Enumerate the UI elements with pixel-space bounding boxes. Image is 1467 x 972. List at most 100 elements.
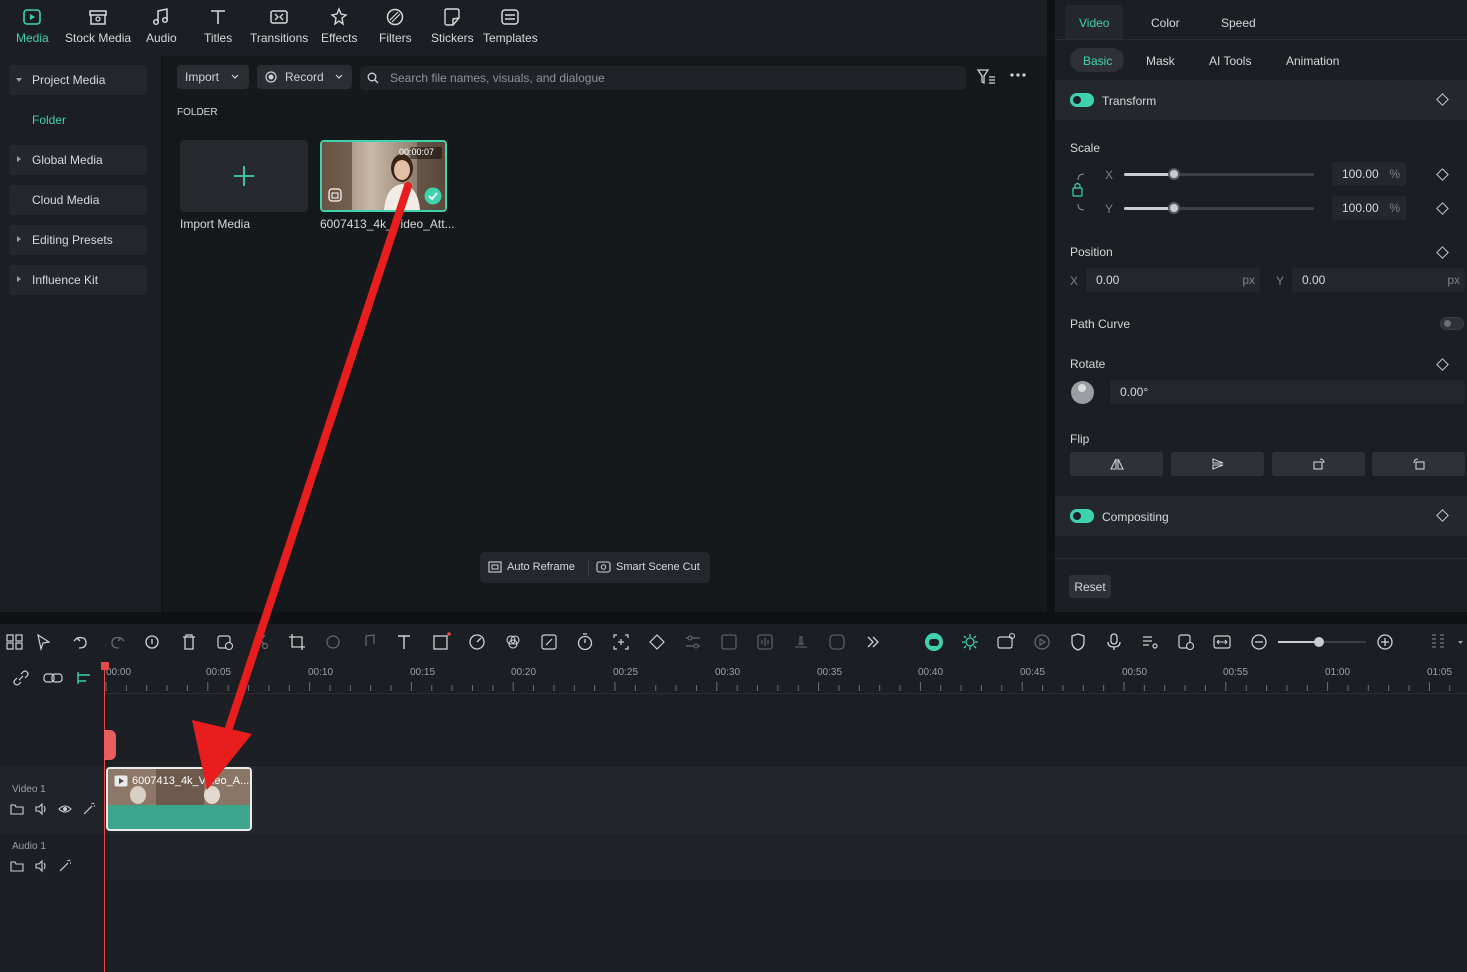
- audio-wave-icon[interactable]: [755, 632, 775, 652]
- zoom-in-icon[interactable]: [1375, 632, 1395, 652]
- magic-wand-icon[interactable]: [82, 802, 96, 816]
- zoom-frame-icon[interactable]: [611, 632, 631, 652]
- folder-lock-icon[interactable]: [10, 859, 24, 873]
- speed-icon[interactable]: [467, 632, 487, 652]
- subtab-basic[interactable]: Basic: [1083, 54, 1112, 68]
- ai-voice-icon[interactable]: [827, 632, 847, 652]
- sidebar-item-cloud-media[interactable]: Cloud Media: [9, 185, 147, 215]
- replace-clip-icon[interactable]: [1176, 632, 1196, 652]
- ai-audio-icon[interactable]: [143, 632, 163, 652]
- compositing-toggle[interactable]: [1070, 509, 1094, 523]
- crop-icon[interactable]: [287, 632, 307, 652]
- scale-y-input[interactable]: 100.00 %: [1332, 196, 1406, 220]
- keyframe-diamond-icon[interactable]: [1436, 93, 1449, 106]
- shield-icon[interactable]: [1068, 632, 1088, 652]
- ai-copilot-icon[interactable]: [924, 632, 944, 652]
- tab-video[interactable]: Video: [1079, 16, 1109, 30]
- layout-grid-icon[interactable]: [5, 632, 25, 652]
- compositing-section-header[interactable]: Compositing: [1055, 496, 1467, 536]
- playhead-split-marker[interactable]: [104, 730, 116, 760]
- undo-icon[interactable]: [71, 632, 91, 652]
- folder-lock-icon[interactable]: [10, 802, 24, 816]
- path-curve-toggle[interactable]: [1440, 317, 1464, 330]
- filter-icon[interactable]: [976, 68, 996, 86]
- redo-icon[interactable]: [107, 632, 127, 652]
- smart-scene-cut-button[interactable]: Smart Scene Cut: [596, 560, 700, 574]
- playhead-handle[interactable]: [101, 662, 109, 670]
- timer-icon[interactable]: [575, 632, 595, 652]
- sidebar-item-folder[interactable]: Folder: [9, 105, 147, 135]
- speaker-icon[interactable]: [34, 802, 48, 816]
- scissors-icon[interactable]: [251, 632, 271, 652]
- tab-color[interactable]: Color: [1151, 16, 1180, 30]
- rotate-dial[interactable]: [1071, 381, 1094, 404]
- record-dropdown[interactable]: Record: [257, 65, 352, 89]
- keyframe-icon[interactable]: [647, 632, 667, 652]
- reset-button[interactable]: Reset: [1069, 575, 1111, 598]
- transform-section-header[interactable]: Transform: [1055, 80, 1467, 120]
- lock-aspect-icon[interactable]: [1070, 170, 1096, 214]
- position-x-input[interactable]: 0.00 px: [1086, 268, 1260, 292]
- text-icon[interactable]: [395, 632, 415, 652]
- render-preview-icon[interactable]: [996, 632, 1016, 652]
- microphone-icon[interactable]: [1104, 632, 1124, 652]
- delete-icon[interactable]: [179, 632, 199, 652]
- snap-magnet-icon[interactable]: [960, 632, 980, 652]
- tab-stock-media[interactable]: Stock Media: [65, 6, 131, 45]
- chevron-down-icon[interactable]: [1457, 640, 1464, 645]
- scale-x-slider-knob[interactable]: [1168, 168, 1180, 180]
- tab-audio[interactable]: Audio: [146, 6, 177, 45]
- zoom-out-icon[interactable]: [1249, 632, 1269, 652]
- audio-track-lane[interactable]: [104, 834, 1467, 880]
- auto-reframe-button[interactable]: Auto Reframe: [488, 560, 575, 574]
- scale-x-input[interactable]: 100.00 %: [1332, 162, 1406, 186]
- add-track-icon[interactable]: [76, 670, 94, 686]
- fit-timeline-icon[interactable]: [1212, 632, 1232, 652]
- color-wheels-icon[interactable]: [503, 632, 523, 652]
- color-match-icon[interactable]: [323, 632, 343, 652]
- chain-link-icon[interactable]: [43, 670, 63, 686]
- keyframe-diamond-icon[interactable]: [1436, 509, 1449, 522]
- tab-stickers[interactable]: Stickers: [431, 6, 474, 45]
- play-circle-icon[interactable]: [1032, 632, 1052, 652]
- more-tools-icon[interactable]: [863, 632, 883, 652]
- more-options-icon[interactable]: [1009, 72, 1027, 78]
- select-pointer-icon[interactable]: [34, 632, 54, 652]
- audio-edit-icon[interactable]: [359, 632, 379, 652]
- timeline-video-clip[interactable]: 6007413_4k_Video_A...: [106, 767, 252, 831]
- tab-effects[interactable]: Effects: [321, 6, 357, 45]
- ai-edit-icon[interactable]: [539, 632, 559, 652]
- stabilize-icon[interactable]: [791, 632, 811, 652]
- import-dropdown[interactable]: Import: [177, 65, 249, 89]
- search-input[interactable]: Search file names, visuals, and dialogue: [360, 66, 966, 90]
- flip-horizontal-button[interactable]: [1070, 452, 1163, 476]
- rotate-counterclockwise-button[interactable]: [1372, 452, 1465, 476]
- sidebar-item-editing-presets[interactable]: Editing Presets: [9, 225, 147, 255]
- tab-templates[interactable]: Templates: [483, 6, 538, 45]
- scale-y-slider-knob[interactable]: [1168, 202, 1180, 214]
- mask-icon[interactable]: [431, 632, 451, 652]
- ai-cutout-icon[interactable]: [215, 632, 235, 652]
- subtab-animation[interactable]: Animation: [1286, 54, 1339, 68]
- tab-transitions[interactable]: Transitions: [250, 6, 308, 45]
- sidebar-item-project-media[interactable]: Project Media: [9, 65, 147, 95]
- sidebar-item-global-media[interactable]: Global Media: [9, 145, 147, 175]
- media-clip-thumbnail[interactable]: 00:00:07: [320, 140, 447, 212]
- sidebar-item-influence-kit[interactable]: Influence Kit: [9, 265, 147, 295]
- position-y-input[interactable]: 0.00 px: [1292, 268, 1465, 292]
- rotate-input[interactable]: 0.00°: [1110, 380, 1465, 404]
- zoom-slider-knob[interactable]: [1314, 637, 1324, 647]
- tab-speed[interactable]: Speed: [1221, 16, 1256, 30]
- transform-toggle[interactable]: [1070, 93, 1094, 107]
- tab-filters[interactable]: Filters: [379, 6, 412, 45]
- ai-text-icon[interactable]: [719, 632, 739, 652]
- subtab-ai-tools[interactable]: AI Tools: [1209, 54, 1251, 68]
- tab-titles[interactable]: Titles: [204, 6, 232, 45]
- speaker-icon[interactable]: [34, 859, 48, 873]
- voiceover-list-icon[interactable]: [1140, 632, 1160, 652]
- import-media-tile[interactable]: [180, 140, 308, 212]
- link-icon[interactable]: [12, 669, 30, 687]
- eye-icon[interactable]: [58, 802, 72, 816]
- panel-settings-icon[interactable]: [1428, 632, 1448, 652]
- playhead[interactable]: [104, 662, 105, 972]
